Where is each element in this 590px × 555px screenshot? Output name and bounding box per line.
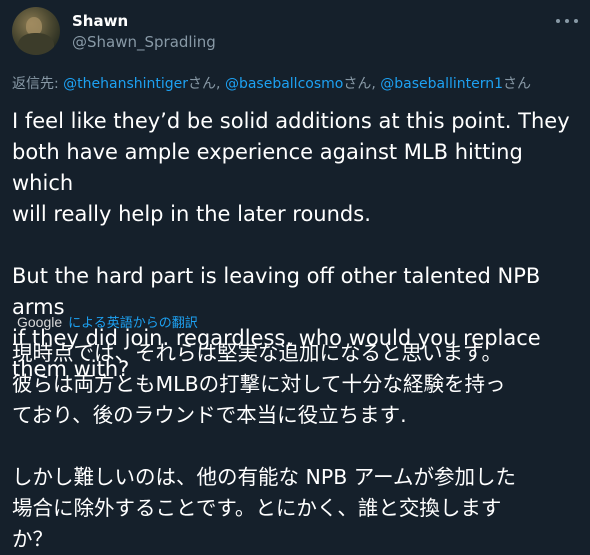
avatar[interactable]: [12, 7, 60, 55]
mention-suffix: さん,: [343, 76, 381, 92]
mention-link[interactable]: @thehanshintiger: [63, 76, 188, 92]
author-handle[interactable]: @Shawn_Spradling: [72, 33, 216, 51]
more-dots-icon[interactable]: [556, 14, 578, 28]
mention-suffix: さん,: [188, 76, 225, 92]
translated-text: 現時点では、それらは堅実な追加になると思います。 彼らは両方ともMLBの打撃に対…: [12, 341, 516, 551]
google-logo: Google: [17, 313, 63, 330]
avatar-body: [18, 33, 54, 55]
dot: [565, 19, 569, 23]
mention-link[interactable]: @baseballcosmo: [225, 76, 343, 92]
mention-link[interactable]: @baseballintern1: [380, 76, 503, 92]
mention-suffix: さん: [503, 76, 532, 92]
translation-link[interactable]: による英語からの翻訳: [68, 312, 198, 331]
translation-bar: Google による英語からの翻訳: [17, 312, 198, 332]
reply-context: 返信先: @thehanshintigerさん, @baseballcosmoさ…: [12, 73, 531, 93]
author-name[interactable]: Shawn: [72, 12, 128, 30]
dot: [574, 19, 578, 23]
dot: [556, 19, 560, 23]
reply-prefix: 返信先:: [12, 76, 64, 92]
